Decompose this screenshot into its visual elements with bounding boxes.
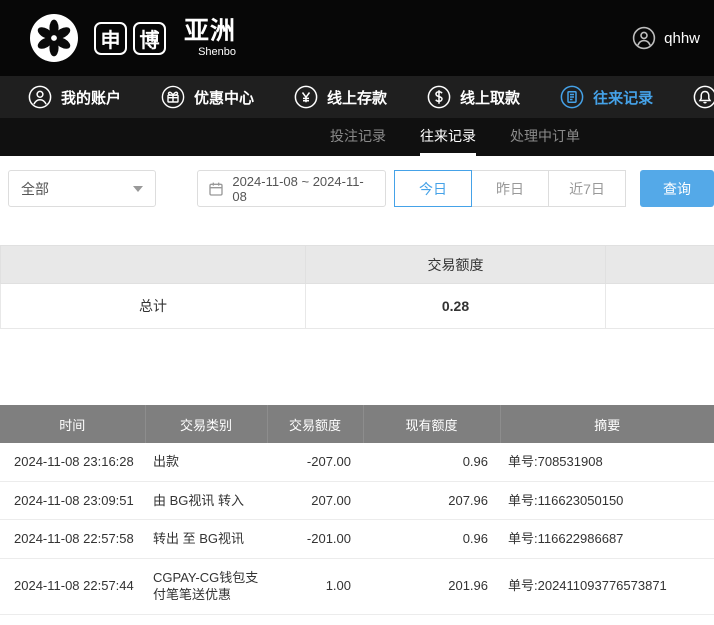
tab-label: 投注记录 <box>330 126 386 146</box>
table-row: 2024-11-08 22:57:44 CGPAY-CG钱包支付笔笔送优惠 1.… <box>0 558 714 614</box>
table-row: 2024-11-08 22:57:44 CGPAY支付 200.00 200.9… <box>0 614 714 625</box>
cell-balance: 0.96 <box>363 520 500 559</box>
nav-item-messages[interactable]: 信 <box>693 85 714 109</box>
quick-range-group: 今日 昨日 近7日 <box>394 170 626 207</box>
table-row: 2024-11-08 22:57:58 转出 至 BG视讯 -201.00 0.… <box>0 520 714 559</box>
calendar-icon <box>208 181 224 197</box>
user-account[interactable]: qhhw <box>632 26 700 50</box>
cell-summary: 单号:708531908 <box>500 443 714 481</box>
summary-header-empty <box>1 246 306 284</box>
col-header-balance: 现有额度 <box>363 405 500 443</box>
summary-total-label: 总计 <box>1 284 306 329</box>
nav-item-deposit[interactable]: 线上存款 <box>294 85 387 109</box>
cell-balance: 0.96 <box>363 443 500 481</box>
brand-char-bo: 博 <box>133 22 166 55</box>
cell-time: 2024-11-08 23:16:28 <box>0 443 145 481</box>
cell-category: 由 BG视讯 转入 <box>145 481 267 520</box>
brand-name-boxes: 申 博 <box>94 22 166 55</box>
cell-amount: -207.00 <box>267 443 363 481</box>
today-button[interactable]: 今日 <box>394 170 472 207</box>
account-icon <box>28 85 52 109</box>
nav-item-my-account[interactable]: 我的账户 <box>28 85 121 109</box>
cell-summary: 单号:202411093776573871 <box>500 614 714 625</box>
nav-label: 往来记录 <box>593 87 653 108</box>
withdraw-icon <box>427 85 451 109</box>
brand-flower-icon <box>30 14 78 62</box>
summary-empty-cell <box>606 284 714 329</box>
bell-icon <box>693 85 714 109</box>
main-nav: 我的账户 优惠中心 线上存款 <box>0 76 714 118</box>
summary-header-amount: 交易额度 <box>306 246 606 284</box>
cell-amount: -201.00 <box>267 520 363 559</box>
cell-balance: 207.96 <box>363 481 500 520</box>
brand-region-block: 亚洲 Shenbo <box>184 18 236 58</box>
table-header-row: 时间 交易类别 交易额度 现有额度 摘要 <box>0 405 714 443</box>
col-header-category: 交易类别 <box>145 405 267 443</box>
records-icon <box>560 85 584 109</box>
nav-label: 线上存款 <box>327 87 387 108</box>
date-range-value: 2024-11-08 ~ 2024-11-08 <box>232 174 375 204</box>
deposit-icon <box>294 85 318 109</box>
brand-region: 亚洲 <box>184 18 236 46</box>
table-row: 2024-11-08 23:16:28 出款 -207.00 0.96 单号:7… <box>0 443 714 481</box>
search-button[interactable]: 查询 <box>640 170 714 207</box>
cell-amount: 207.00 <box>267 481 363 520</box>
cell-category: 转出 至 BG视讯 <box>145 520 267 559</box>
nav-item-promotions[interactable]: 优惠中心 <box>161 85 254 109</box>
cell-summary: 单号:116622986687 <box>500 520 714 559</box>
cell-summary: 单号:202411093776573871 <box>500 558 714 614</box>
nav-item-transactions[interactable]: 往来记录 <box>560 85 653 109</box>
summary-header-empty <box>606 246 714 284</box>
cell-time: 2024-11-08 22:57:58 <box>0 520 145 559</box>
type-select-value: 全部 <box>21 179 49 199</box>
cell-balance: 201.96 <box>363 558 500 614</box>
brand-char-shen: 申 <box>94 22 127 55</box>
transaction-records-page: 申 博 亚洲 Shenbo qhhw <box>0 0 714 625</box>
username: qhhw <box>664 30 700 47</box>
yesterday-button[interactable]: 昨日 <box>471 170 549 207</box>
filter-bar: 全部 2024-11-08 ~ 2024-11-08 今日 昨日 近7日 查询 <box>0 156 714 221</box>
col-header-amount: 交易额度 <box>267 405 363 443</box>
tab-label: 处理中订单 <box>510 126 580 146</box>
last7days-button[interactable]: 近7日 <box>548 170 626 207</box>
cell-category: CGPAY-CG钱包支付笔笔送优惠 <box>145 558 267 614</box>
tab-pending-orders[interactable]: 处理中订单 <box>510 118 580 156</box>
chevron-down-icon <box>133 186 143 192</box>
cell-summary: 单号:116623050150 <box>500 481 714 520</box>
brand-latin: Shenbo <box>184 47 236 58</box>
col-header-summary: 摘要 <box>500 405 714 443</box>
user-avatar-icon <box>632 26 656 50</box>
top-bar: 申 博 亚洲 Shenbo qhhw <box>0 0 714 76</box>
summary-total-value: 0.28 <box>306 284 606 329</box>
table-row: 2024-11-08 23:09:51 由 BG视讯 转入 207.00 207… <box>0 481 714 520</box>
summary-header-row: 交易额度 <box>1 246 714 284</box>
cell-time: 2024-11-08 22:57:44 <box>0 558 145 614</box>
sub-nav: 投注记录 往来记录 处理中订单 <box>0 118 714 156</box>
nav-item-withdraw[interactable]: 线上取款 <box>427 85 520 109</box>
cell-balance: 200.96 <box>363 614 500 625</box>
type-select[interactable]: 全部 <box>8 170 156 207</box>
cell-category: CGPAY支付 <box>145 614 267 625</box>
transactions-table: 时间 交易类别 交易额度 现有额度 摘要 2024-11-08 23:16:28… <box>0 405 714 625</box>
nav-label: 优惠中心 <box>194 87 254 108</box>
tab-label: 往来记录 <box>420 126 476 146</box>
cell-category: 出款 <box>145 443 267 481</box>
summary-table: 交易额度 总计 0.28 <box>0 245 714 329</box>
cell-time: 2024-11-08 22:57:44 <box>0 614 145 625</box>
cell-time: 2024-11-08 23:09:51 <box>0 481 145 520</box>
cell-amount: 1.00 <box>267 558 363 614</box>
tab-transaction-records[interactable]: 往来记录 <box>420 118 476 156</box>
col-header-time: 时间 <box>0 405 145 443</box>
tab-bet-records[interactable]: 投注记录 <box>330 118 386 156</box>
nav-label: 我的账户 <box>61 87 121 108</box>
summary-total-row: 总计 0.28 <box>1 284 714 329</box>
date-range-input[interactable]: 2024-11-08 ~ 2024-11-08 <box>197 170 386 207</box>
gift-icon <box>161 85 185 109</box>
nav-label: 线上取款 <box>460 87 520 108</box>
cell-amount: 200.00 <box>267 614 363 625</box>
